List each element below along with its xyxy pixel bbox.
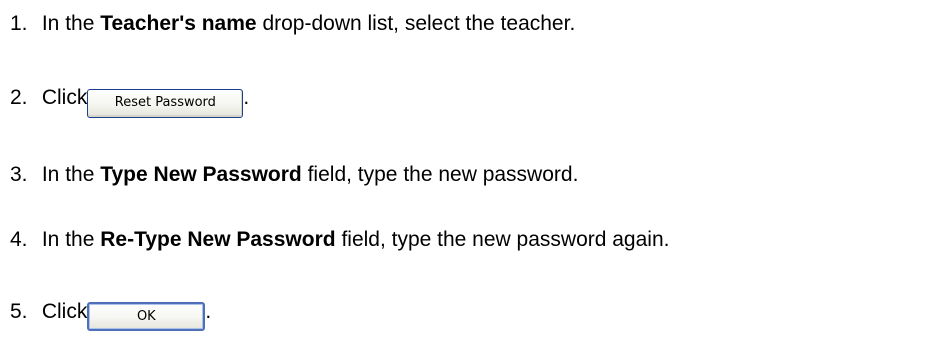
step-number: 4. (10, 228, 28, 251)
step-text-suffix: drop-down list, select the teacher. (262, 12, 576, 35)
step-text-suffix: . (243, 86, 250, 109)
ok-button-label: OK (136, 309, 156, 324)
instruction-steps: 1. In the Teacher's name drop-down list,… (0, 0, 937, 346)
step-number: 1. (10, 12, 28, 35)
field-name-type-new-password: Type New Password (100, 163, 302, 186)
step-text-prefix: Click (41, 300, 88, 323)
step-3: 3. In the Type New Password field, type … (10, 163, 578, 187)
step-text-prefix: In the (41, 12, 95, 35)
step-text-suffix: field, type the new password. (307, 163, 579, 186)
step-text-suffix: field, type the new password again. (341, 228, 670, 251)
reset-password-button-label: Reset Password (114, 95, 216, 110)
field-name-retype-new-password: Re-Type New Password (100, 228, 336, 251)
step-text-prefix: Click (41, 86, 88, 109)
step-text-prefix: In the (41, 163, 95, 186)
step-5: 5. Click OK. (10, 300, 211, 331)
step-4: 4. In the Re-Type New Password field, ty… (10, 228, 669, 252)
step-2: 2. Click Reset Password. (10, 86, 249, 118)
reset-password-button[interactable]: Reset Password (87, 89, 244, 118)
field-name-teachers-name: Teacher's name (100, 12, 257, 35)
step-number: 5. (10, 300, 28, 323)
step-text-prefix: In the (41, 228, 95, 251)
step-number: 2. (10, 86, 28, 109)
step-number: 3. (10, 163, 28, 186)
step-text-suffix: . (205, 300, 212, 323)
ok-button[interactable]: OK (87, 302, 206, 331)
step-1: 1. In the Teacher's name drop-down list,… (10, 12, 575, 36)
